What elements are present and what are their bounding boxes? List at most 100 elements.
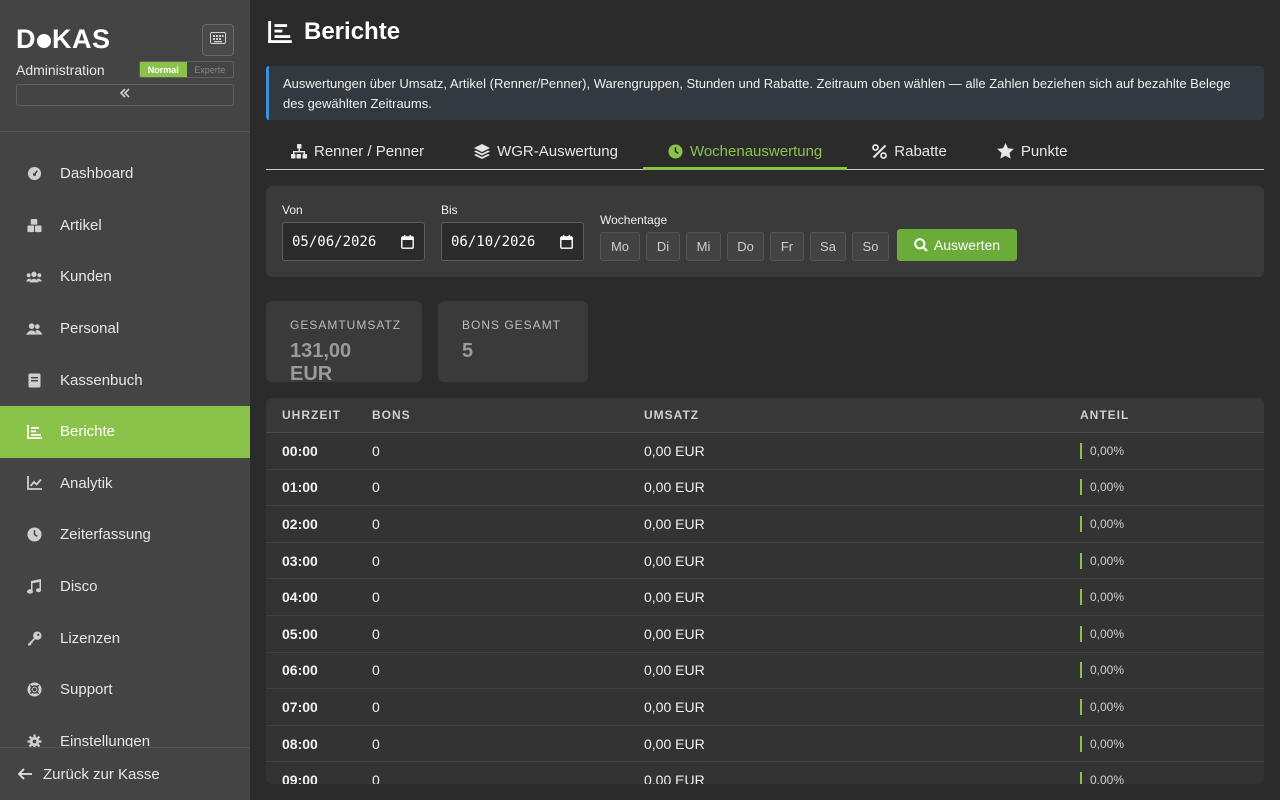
share-value: 0,00% bbox=[1090, 480, 1125, 495]
sidebar-item-artikel[interactable]: Artikel bbox=[0, 200, 250, 252]
share-bar bbox=[1080, 772, 1082, 784]
back-to-register-button[interactable]: Zurück zur Kasse bbox=[0, 747, 250, 800]
sidebar-item-lizenzen[interactable]: Lizenzen bbox=[0, 612, 250, 664]
cell-anteil: 0,00% bbox=[1080, 552, 1125, 569]
weekday-mo[interactable]: Mo bbox=[600, 232, 640, 261]
table-row: 01:00 0 0,00 EUR 0,00% bbox=[266, 470, 1264, 507]
clock-icon bbox=[26, 527, 42, 543]
cell-hour: 05:00 bbox=[282, 625, 318, 642]
cell-hour: 01:00 bbox=[282, 479, 318, 496]
cell-bons: 0 bbox=[372, 442, 380, 459]
share-bar bbox=[1080, 625, 1082, 642]
total-revenue-value: 131,00 EUR bbox=[290, 340, 352, 385]
cell-umsatz: 0,00 EUR bbox=[644, 479, 705, 496]
share-value: 0,00% bbox=[1090, 773, 1125, 784]
cell-bons: 0 bbox=[372, 698, 380, 715]
share-bar bbox=[1080, 479, 1082, 496]
mode-toggle[interactable]: Normal Experte bbox=[139, 61, 234, 78]
app-logo[interactable]: D KAS bbox=[16, 24, 111, 55]
total-bons-label: BONS GESAMT bbox=[462, 318, 562, 332]
cell-hour: 03:00 bbox=[282, 552, 318, 569]
layers-icon bbox=[474, 143, 491, 159]
sidebar: D KAS Administration Normal Experte Dashb… bbox=[0, 0, 250, 800]
column-header-umsatz[interactable]: UMSATZ bbox=[644, 408, 699, 422]
users-icon bbox=[26, 269, 42, 285]
calendar-icon[interactable] bbox=[560, 235, 573, 253]
sidebar-item-kassenbuch[interactable]: Kassenbuch bbox=[0, 354, 250, 406]
sidebar-item-label: Berichte bbox=[60, 423, 116, 441]
share-value: 0,00% bbox=[1090, 516, 1125, 531]
percent-icon bbox=[872, 143, 888, 159]
cell-umsatz: 0,00 EUR bbox=[644, 662, 705, 679]
tab-rabatte[interactable]: Rabatte bbox=[847, 132, 972, 170]
tab-label: Wochenauswertung bbox=[689, 142, 823, 160]
user-group-icon bbox=[26, 321, 42, 337]
share-bar bbox=[1080, 735, 1082, 752]
clock-icon bbox=[668, 143, 683, 159]
weekday-sa[interactable]: Sa bbox=[810, 232, 846, 261]
sidebar-item-dashboard[interactable]: Dashboard bbox=[0, 148, 250, 200]
book-icon bbox=[26, 372, 42, 388]
sidebar-item-support[interactable]: Support bbox=[0, 664, 250, 716]
cell-bons: 0 bbox=[372, 479, 380, 496]
mode-normal-option[interactable]: Normal bbox=[140, 62, 187, 77]
page-title-text: Berichte bbox=[304, 18, 401, 45]
from-date-input[interactable]: 05/06/2026 bbox=[282, 222, 425, 261]
sidebar-item-label: Analytik bbox=[60, 474, 113, 492]
calendar-icon[interactable] bbox=[401, 235, 414, 253]
sidebar-nav: Dashboard Artikel Kunden Personal Kassen… bbox=[0, 148, 250, 767]
cell-umsatz: 0,00 EUR bbox=[644, 552, 705, 569]
cell-bons: 0 bbox=[372, 735, 380, 752]
keyboard-button[interactable] bbox=[202, 24, 234, 56]
table-row: 00:00 0 0,00 EUR 0,00% bbox=[266, 433, 1264, 470]
table-row: 02:00 0 0,00 EUR 0,00% bbox=[266, 506, 1264, 543]
share-value: 0,00% bbox=[1090, 553, 1125, 568]
sidebar-item-label: Dashboard bbox=[60, 165, 134, 183]
cell-anteil: 0,00% bbox=[1080, 479, 1125, 496]
cell-hour: 04:00 bbox=[282, 589, 318, 606]
weekday-mi[interactable]: Mi bbox=[686, 232, 721, 261]
table-row: 03:00 0 0,00 EUR 0,00% bbox=[266, 543, 1264, 580]
to-date-value: 06/10/2026 bbox=[451, 233, 536, 250]
to-date-input[interactable]: 06/10/2026 bbox=[441, 222, 584, 261]
cell-umsatz: 0,00 EUR bbox=[644, 589, 705, 606]
collapse-sidebar-button[interactable] bbox=[16, 84, 234, 106]
mode-expert-option[interactable]: Experte bbox=[187, 62, 234, 77]
sidebar-item-kunden[interactable]: Kunden bbox=[0, 251, 250, 303]
share-value: 0,00% bbox=[1090, 626, 1125, 641]
tab-wochenauswertung[interactable]: Wochenauswertung bbox=[642, 132, 848, 170]
to-date-label: Bis bbox=[441, 203, 458, 217]
share-bar bbox=[1080, 662, 1082, 679]
report-tabs: Renner / Penner WGR-Auswertung Wochenaus… bbox=[266, 132, 1264, 170]
cell-anteil: 0,00% bbox=[1080, 662, 1124, 679]
info-box: Auswertungen über Umsatz, Artikel (Renne… bbox=[266, 66, 1264, 120]
column-header-anteil[interactable]: ANTEIL bbox=[1080, 408, 1129, 422]
tab-wgr-auswertung[interactable]: WGR-Auswertung bbox=[449, 132, 643, 170]
tab-punkte[interactable]: Punkte bbox=[972, 132, 1093, 170]
sidebar-item-personal[interactable]: Personal bbox=[0, 303, 250, 355]
table-row: 04:00 0 0,00 EUR 0,00% bbox=[266, 579, 1264, 616]
sidebar-item-berichte[interactable]: Berichte bbox=[0, 405, 250, 458]
weekday-fr[interactable]: Fr bbox=[770, 232, 804, 261]
evaluate-button[interactable]: Auswerten bbox=[897, 229, 1017, 261]
sidebar-item-zeiterfassung[interactable]: Zeiterfassung bbox=[0, 509, 250, 561]
page-title: Berichte bbox=[268, 18, 400, 46]
cell-anteil: 0,00% bbox=[1080, 698, 1124, 715]
tab-renner-penner[interactable]: Renner / Penner bbox=[266, 132, 449, 170]
weekday-di[interactable]: Di bbox=[646, 232, 680, 261]
share-bar bbox=[1080, 552, 1082, 569]
column-header-bons[interactable]: BONS bbox=[372, 408, 411, 422]
cell-bons: 0 bbox=[372, 625, 380, 642]
share-bar bbox=[1080, 442, 1082, 459]
column-header-uhrzeit[interactable]: UHRZEIT bbox=[282, 408, 341, 422]
sidebar-item-label: Artikel bbox=[60, 216, 102, 234]
sidebar-item-disco[interactable]: Disco bbox=[0, 561, 250, 613]
cell-hour: 09:00 bbox=[282, 772, 318, 784]
total-revenue-card: GESAMTUMSATZ 131,00 EUR bbox=[266, 301, 422, 385]
weekday-so[interactable]: So bbox=[852, 232, 889, 261]
key-icon bbox=[26, 630, 42, 646]
dashboard-icon bbox=[26, 166, 42, 182]
weekday-do[interactable]: Do bbox=[727, 232, 764, 261]
cell-anteil: 0,00% bbox=[1080, 589, 1124, 606]
sidebar-item-analytik[interactable]: Analytik bbox=[0, 458, 250, 510]
